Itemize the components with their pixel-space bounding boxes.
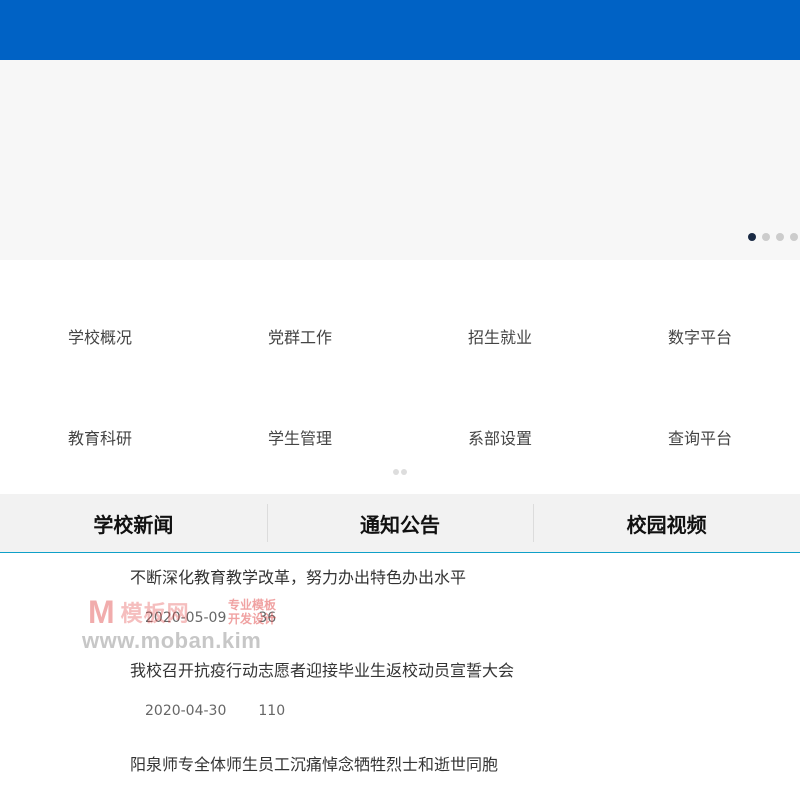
banner-carousel[interactable] [0, 60, 800, 260]
carousel-indicators [748, 233, 798, 241]
pager-dot[interactable] [393, 469, 399, 475]
news-tabs: 学校新闻 通知公告 校园视频 [0, 494, 800, 553]
news-item[interactable]: 不断深化教育教学改革，努力办出特色办出水平 2020-05-09 36 [130, 568, 770, 626]
news-title[interactable]: 不断深化教育教学改革，努力办出特色办出水平 [130, 568, 770, 588]
news-date: 2020-05-09 [145, 610, 227, 626]
carousel-dot[interactable] [762, 233, 770, 241]
nav-item-education-research[interactable]: 教育科研 [0, 429, 200, 449]
carousel-dot[interactable] [790, 233, 798, 241]
news-views: 110 [258, 703, 286, 719]
watermark-url: www.moban.kim [82, 628, 262, 653]
nav-item-student-management[interactable]: 学生管理 [200, 429, 400, 449]
news-meta: 2020-05-09 36 [145, 610, 276, 626]
news-title[interactable]: 阳泉师专全体师生员工沉痛悼念牺牲烈士和逝世同胞 [130, 755, 770, 775]
quick-nav-grid: 学校概况 党群工作 招生就业 数字平台 教育科研 学生管理 系部设置 查询平台 [0, 260, 800, 494]
nav-item-party-work[interactable]: 党群工作 [200, 328, 400, 348]
news-item[interactable]: 我校召开抗疫行动志愿者迎接毕业生返校动员宣誓大会 2020-04-30 110 [130, 661, 770, 719]
tab-notices[interactable]: 通知公告 [266, 494, 534, 552]
top-header-bar [0, 0, 800, 60]
news-item[interactable]: 阳泉师专全体师生员工沉痛悼念牺牲烈士和逝世同胞 [130, 755, 770, 775]
nav-item-school-overview[interactable]: 学校概况 [0, 328, 200, 348]
watermark-logo-letter: M [88, 594, 115, 630]
tab-campus-video[interactable]: 校园视频 [533, 494, 800, 552]
carousel-dot[interactable] [776, 233, 784, 241]
nav-pager-dots[interactable] [393, 469, 407, 475]
nav-item-query-platform[interactable]: 查询平台 [600, 429, 800, 449]
carousel-dot[interactable] [748, 233, 756, 241]
tab-school-news[interactable]: 学校新闻 [0, 494, 267, 552]
news-date: 2020-04-30 [145, 703, 227, 719]
nav-item-digital-platform[interactable]: 数字平台 [600, 328, 800, 348]
nav-item-departments[interactable]: 系部设置 [400, 429, 600, 449]
pager-dot[interactable] [401, 469, 407, 475]
news-meta: 2020-04-30 110 [145, 703, 285, 719]
news-title[interactable]: 我校召开抗疫行动志愿者迎接毕业生返校动员宣誓大会 [130, 661, 770, 681]
news-views: 36 [258, 610, 277, 626]
nav-item-admissions[interactable]: 招生就业 [400, 328, 600, 348]
